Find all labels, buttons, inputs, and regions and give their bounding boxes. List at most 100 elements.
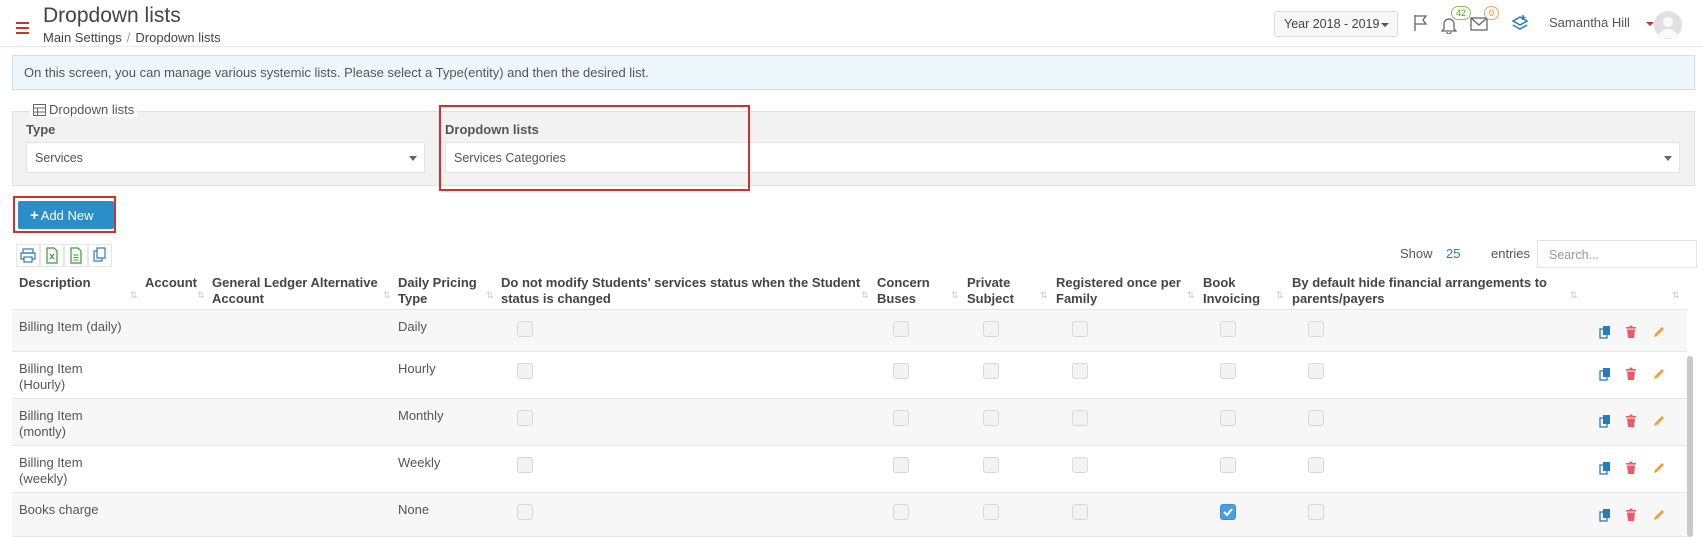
- cell-daily-pricing-type: Hourly: [398, 361, 436, 376]
- delete-button[interactable]: [1624, 367, 1638, 381]
- copy-export-button[interactable]: [88, 244, 112, 267]
- checkbox[interactable]: [983, 410, 999, 426]
- sort-icon[interactable]: ⇅: [486, 290, 493, 301]
- breadcrumb-main-settings[interactable]: Main Settings: [43, 30, 122, 45]
- checkbox[interactable]: [1220, 363, 1236, 379]
- info-message: On this screen, you can manage various s…: [12, 55, 1695, 90]
- checkbox[interactable]: [1072, 410, 1088, 426]
- cell-description: Books charge: [19, 502, 99, 518]
- column-header-book-invoicing[interactable]: Book Invoicing: [1203, 275, 1260, 307]
- checkbox-checked[interactable]: [1220, 504, 1236, 520]
- header-text: parents/payers: [1292, 291, 1385, 306]
- edit-button[interactable]: [1652, 325, 1666, 339]
- add-new-button[interactable]: + Add New: [18, 201, 114, 229]
- type-select-value: Services: [35, 151, 83, 165]
- checkbox[interactable]: [983, 321, 999, 337]
- checkbox[interactable]: [1308, 504, 1324, 520]
- column-header-account[interactable]: Account: [145, 275, 197, 291]
- delete-button[interactable]: [1624, 508, 1638, 522]
- user-name[interactable]: Samantha Hill: [1549, 15, 1630, 30]
- filter-legend: Dropdown lists: [30, 102, 138, 117]
- delete-button[interactable]: [1624, 325, 1638, 339]
- checkbox[interactable]: [517, 363, 533, 379]
- column-header-do-not-modify[interactable]: Do not modify Students' services status …: [501, 275, 860, 307]
- checkbox[interactable]: [1308, 363, 1324, 379]
- column-header-private-subject[interactable]: Private Subject: [967, 275, 1014, 307]
- checkbox[interactable]: [1220, 457, 1236, 473]
- delete-button[interactable]: [1624, 414, 1638, 428]
- vertical-scrollbar[interactable]: [1687, 356, 1693, 537]
- checkbox[interactable]: [983, 457, 999, 473]
- csv-export-button[interactable]: [64, 244, 88, 267]
- checkbox[interactable]: [893, 504, 909, 520]
- trash-icon: [1626, 414, 1636, 427]
- edit-button[interactable]: [1652, 461, 1666, 475]
- column-header-daily-pricing-type[interactable]: Daily Pricing Type: [398, 275, 477, 307]
- checkbox[interactable]: [893, 321, 909, 337]
- user-menu-caret-icon[interactable]: [1646, 22, 1654, 26]
- sort-icon[interactable]: ⇅: [951, 290, 958, 301]
- sort-icon[interactable]: ⇅: [1672, 290, 1679, 301]
- checkbox[interactable]: [893, 410, 909, 426]
- checkbox[interactable]: [517, 504, 533, 520]
- checkbox[interactable]: [1072, 363, 1088, 379]
- delete-button[interactable]: [1624, 461, 1638, 475]
- sort-icon[interactable]: ⇅: [861, 290, 868, 301]
- column-header-registered-once[interactable]: Registered once per Family: [1056, 275, 1181, 307]
- checkbox[interactable]: [1308, 457, 1324, 473]
- flag-icon[interactable]: [1413, 14, 1429, 32]
- checkbox[interactable]: [983, 363, 999, 379]
- envelope-icon[interactable]: [1470, 17, 1488, 31]
- column-header-gl-alternative-account[interactable]: General Ledger Alternative Account: [212, 275, 378, 307]
- excel-export-button[interactable]: [40, 244, 64, 267]
- header-text: Subject: [967, 291, 1014, 306]
- sort-icon[interactable]: ⇅: [1276, 290, 1283, 301]
- type-select[interactable]: Services: [26, 142, 425, 173]
- checkbox[interactable]: [517, 410, 533, 426]
- year-select-value: Year 2018 - 2019: [1284, 17, 1380, 31]
- checkbox[interactable]: [1072, 504, 1088, 520]
- checkbox[interactable]: [1220, 410, 1236, 426]
- checkbox[interactable]: [1308, 410, 1324, 426]
- layers-icon[interactable]: [1511, 14, 1529, 32]
- sort-icon[interactable]: ⇅: [383, 290, 390, 301]
- checkbox[interactable]: [1072, 321, 1088, 337]
- checkbox[interactable]: [1220, 321, 1236, 337]
- sort-icon[interactable]: ⇅: [1187, 290, 1194, 301]
- checkbox[interactable]: [893, 363, 909, 379]
- column-header-hide-financial[interactable]: By default hide financial arrangements t…: [1292, 275, 1547, 307]
- copy-button[interactable]: [1598, 508, 1612, 522]
- pencil-icon: [1654, 463, 1664, 473]
- copy-button[interactable]: [1598, 414, 1612, 428]
- avatar[interactable]: [1654, 11, 1682, 39]
- year-select[interactable]: Year 2018 - 2019: [1274, 11, 1398, 37]
- checkbox[interactable]: [1308, 321, 1324, 337]
- menu-icon[interactable]: [16, 22, 29, 34]
- copy-button[interactable]: [1598, 325, 1612, 339]
- edit-button[interactable]: [1652, 367, 1666, 381]
- header-text: By default hide financial arrangements t…: [1292, 275, 1547, 290]
- search-input[interactable]: Search...: [1537, 240, 1697, 268]
- header-text: Private: [967, 275, 1011, 290]
- checkbox[interactable]: [983, 504, 999, 520]
- checkbox[interactable]: [517, 321, 533, 337]
- checkbox[interactable]: [893, 457, 909, 473]
- sort-icon[interactable]: ⇅: [197, 290, 204, 301]
- sort-icon[interactable]: ⇅: [1570, 290, 1577, 301]
- sort-icon[interactable]: ⇅: [130, 290, 137, 301]
- print-button[interactable]: [16, 244, 40, 267]
- copy-button[interactable]: [1598, 367, 1612, 381]
- column-header-concern-buses[interactable]: Concern Buses: [877, 275, 930, 307]
- checkbox[interactable]: [517, 457, 533, 473]
- header-text: Family: [1056, 291, 1098, 306]
- column-header-description[interactable]: Description: [19, 275, 91, 291]
- header-text: status is changed: [501, 291, 611, 306]
- sort-icon[interactable]: ⇅: [1040, 290, 1047, 301]
- page-size-select[interactable]: 25: [1446, 246, 1460, 261]
- copy-button[interactable]: [1598, 461, 1612, 475]
- copy-icon: [1599, 462, 1610, 475]
- breadcrumb: Main Settings / Dropdown lists: [43, 30, 221, 45]
- checkbox[interactable]: [1072, 457, 1088, 473]
- edit-button[interactable]: [1652, 508, 1666, 522]
- edit-button[interactable]: [1652, 414, 1666, 428]
